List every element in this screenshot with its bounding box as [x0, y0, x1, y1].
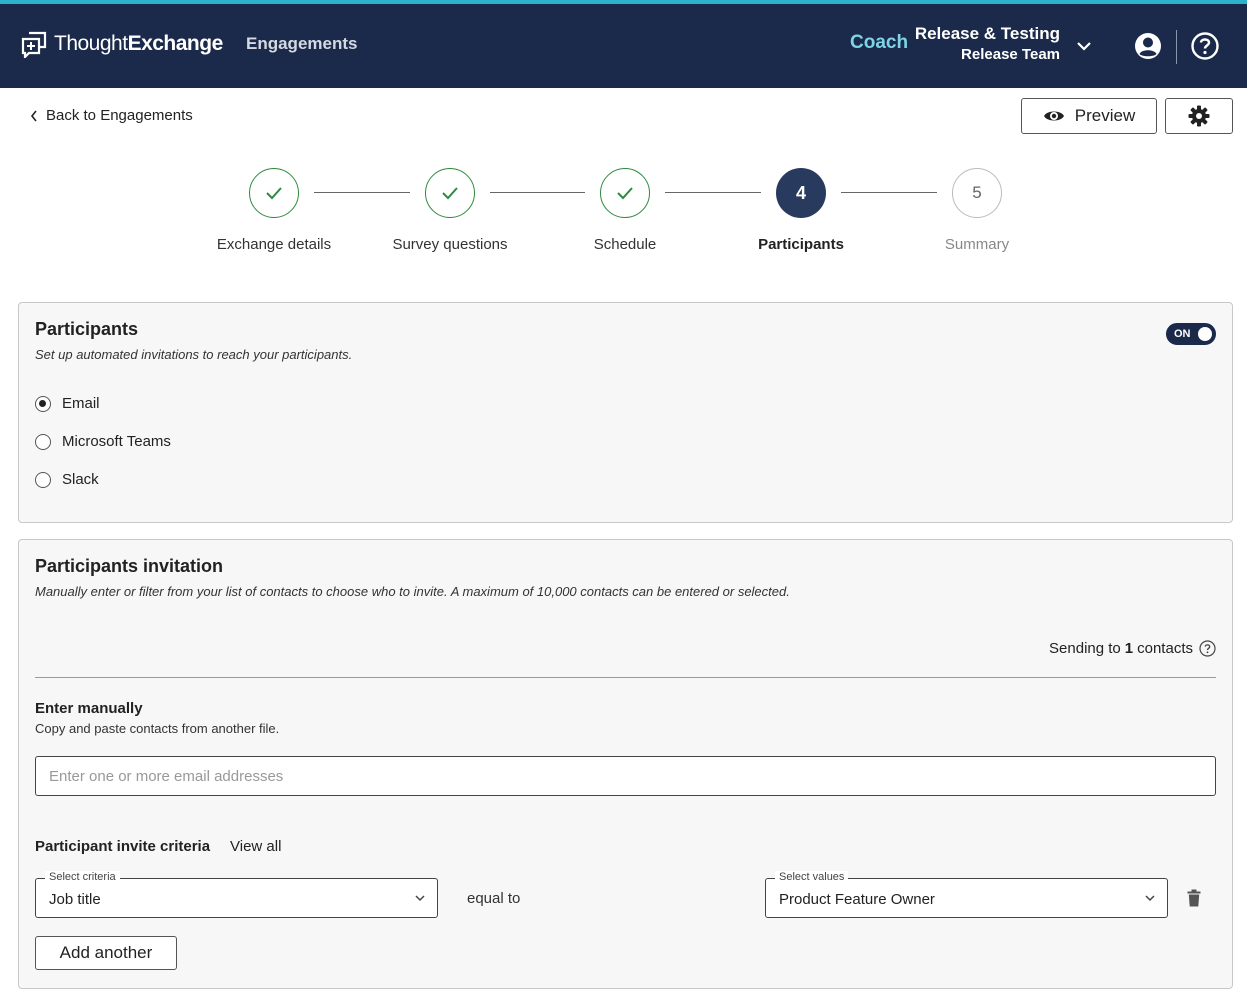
thoughtexchange-logo[interactable]: ThoughtExchange	[20, 30, 223, 58]
preview-label: Preview	[1074, 106, 1136, 125]
step-complete-indicator	[249, 168, 299, 218]
criteria-operator: equal to	[467, 890, 521, 907]
user-account-icon[interactable]	[1133, 31, 1163, 61]
check-icon	[266, 187, 282, 200]
step-complete-indicator	[600, 168, 650, 218]
step-complete-indicator	[425, 168, 475, 218]
step-exchange-details[interactable]: Exchange details	[204, 168, 344, 253]
channel-email-option[interactable]: Email	[35, 395, 100, 412]
coach-link[interactable]: Coach	[850, 32, 908, 54]
values-select-legend: Select values	[775, 871, 849, 883]
step-label: Schedule	[593, 236, 657, 253]
channel-slack-option[interactable]: Slack	[35, 471, 99, 488]
settings-button[interactable]	[1165, 98, 1233, 134]
preview-button[interactable]: Preview	[1021, 98, 1157, 134]
chevron-down-icon[interactable]	[1074, 36, 1094, 56]
team-name: Release Team	[961, 46, 1060, 63]
sending-suffix: contacts	[1137, 640, 1193, 657]
nav-engagements-link[interactable]: Engagements	[246, 34, 357, 54]
step-number: 5	[952, 168, 1002, 218]
help-icon[interactable]	[1190, 31, 1220, 61]
org-name: Release & Testing	[914, 24, 1060, 43]
help-circle-icon[interactable]	[1199, 640, 1216, 657]
step-label: Summary	[944, 236, 1010, 253]
step-schedule[interactable]: Schedule	[555, 168, 695, 253]
chevron-down-icon	[415, 895, 425, 902]
chevron-left-icon	[30, 110, 37, 121]
sending-count: 1	[1124, 640, 1134, 657]
step-participants[interactable]: 4 Participants	[731, 168, 871, 253]
header-divider	[1176, 30, 1177, 64]
criteria-select[interactable]: Select criteria Job title	[35, 871, 438, 918]
check-icon	[442, 187, 458, 200]
participants-toggle[interactable]: ON	[1166, 323, 1216, 345]
chevron-down-icon	[1145, 895, 1155, 902]
channel-label: Email	[62, 395, 100, 412]
invitation-subtitle: Manually enter or filter from your list …	[35, 584, 790, 599]
values-select-value: Product Feature Owner	[779, 891, 935, 908]
criteria-select-legend: Select criteria	[45, 871, 120, 883]
invite-criteria-title: Participant invite criteria	[35, 838, 211, 855]
step-number: 4	[776, 168, 826, 218]
radio-button[interactable]	[35, 395, 51, 412]
invitation-title: Participants invitation	[35, 556, 224, 576]
sending-prefix: Sending to	[1049, 640, 1121, 657]
check-icon	[617, 187, 633, 200]
step-label: Participants	[758, 236, 844, 253]
enter-manually-subtitle: Copy and paste contacts from another fil…	[35, 721, 280, 736]
org-switcher[interactable]: Release & Testing Release Team	[915, 24, 1060, 63]
enter-manually-title: Enter manually	[35, 700, 143, 717]
trash-icon[interactable]	[1187, 889, 1201, 907]
toggle-knob	[1198, 327, 1212, 341]
step-label: Exchange details	[216, 236, 332, 253]
values-select[interactable]: Select values Product Feature Owner	[765, 871, 1168, 918]
top-nav-bar: ThoughtExchange Engagements Coach Releas…	[0, 0, 1247, 88]
logo-text: ThoughtExchange	[54, 32, 223, 55]
radio-button[interactable]	[35, 471, 51, 488]
back-label: Back to Engagements	[46, 107, 193, 124]
step-label: Survey questions	[392, 236, 508, 253]
add-another-button[interactable]: Add another	[35, 936, 177, 970]
participants-invitation-panel: Participants invitation Manually enter o…	[18, 539, 1233, 989]
channel-label: Slack	[62, 471, 99, 488]
step-summary[interactable]: 5 Summary	[907, 168, 1047, 253]
participants-title: Participants	[35, 319, 139, 339]
participants-panel: Participants Set up automated invitation…	[18, 302, 1233, 523]
participants-subtitle: Set up automated invitations to reach yo…	[35, 347, 353, 362]
section-divider	[35, 677, 1216, 678]
toggle-label: ON	[1174, 328, 1191, 340]
back-to-engagements-link[interactable]: Back to Engagements	[30, 107, 193, 124]
view-all-link[interactable]: View all	[230, 838, 281, 855]
criteria-select-value: Job title	[49, 891, 101, 908]
eye-icon	[1043, 111, 1064, 121]
radio-button[interactable]	[35, 433, 51, 450]
step-survey-questions[interactable]: Survey questions	[380, 168, 520, 253]
gear-icon	[1188, 105, 1210, 127]
email-addresses-input[interactable]	[35, 756, 1216, 796]
channel-label: Microsoft Teams	[62, 433, 171, 450]
logo-icon	[21, 31, 47, 58]
sending-count-summary: Sending to 1 contacts	[1049, 640, 1216, 657]
channel-microsoft-teams-option[interactable]: Microsoft Teams	[35, 433, 171, 450]
